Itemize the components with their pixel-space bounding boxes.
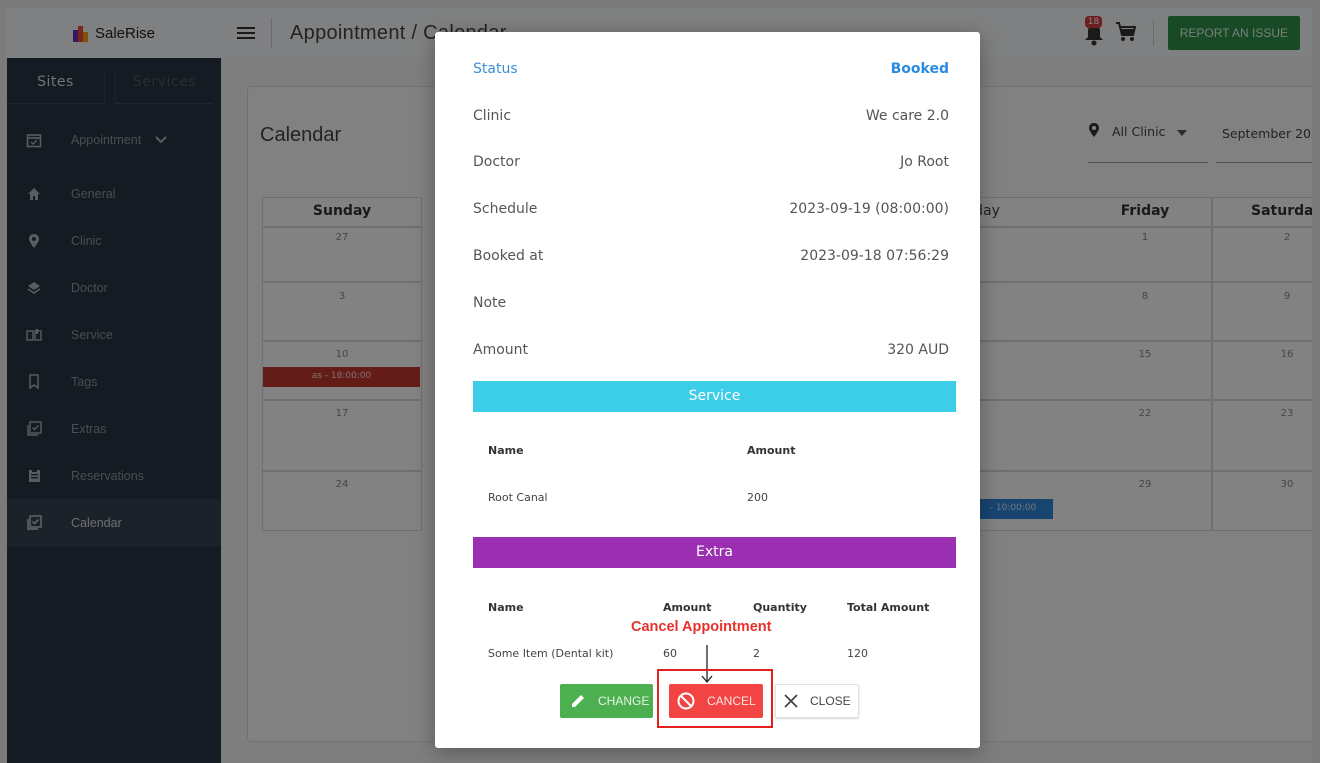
cancel-highlight-box (657, 669, 773, 728)
detail-value: Jo Root (900, 154, 949, 170)
detail-row-note: Note (473, 295, 949, 311)
detail-value: 320 AUD (887, 342, 949, 358)
status-label: Status (473, 61, 518, 77)
status-row: Status Booked (473, 61, 949, 77)
detail-row-amount: Amount 320 AUD (473, 342, 949, 358)
app-frame: SaleRise Sites Services Appointment Gene… (7, 8, 1312, 763)
detail-label: Doctor (473, 154, 520, 170)
detail-row-clinic: Clinic We care 2.0 (473, 108, 949, 124)
close-icon (784, 694, 798, 708)
extra-section-header: Extra (473, 537, 956, 568)
detail-label: Schedule (473, 201, 538, 217)
detail-label: Booked at (473, 248, 544, 264)
status-badge: Booked (890, 61, 949, 77)
service-row-amount: 200 (747, 491, 768, 504)
service-section-header: Service (473, 381, 956, 412)
detail-value: We care 2.0 (865, 108, 949, 124)
service-row-name: Root Canal (488, 491, 548, 504)
extra-header-total: Total Amount (847, 601, 930, 614)
cancel-annotation-label: Cancel Appointment (631, 619, 772, 635)
close-button-label: CLOSE (810, 694, 851, 708)
pencil-icon (570, 693, 586, 709)
change-button-label: CHANGE (598, 694, 650, 708)
extra-row-total: 120 (847, 647, 868, 660)
detail-row-doctor: Doctor Jo Root (473, 154, 949, 170)
extra-row-amount: 60 (663, 647, 677, 660)
extra-header-name: Name (488, 601, 524, 614)
detail-value: 2023-09-19 (08:00:00) (789, 201, 949, 217)
change-button[interactable]: CHANGE (560, 684, 653, 718)
extra-row-quantity: 2 (753, 647, 760, 660)
detail-label: Clinic (473, 108, 512, 124)
appointment-details-modal: Status Booked Clinic We care 2.0 Doctor … (435, 32, 980, 748)
detail-row-booked-at: Booked at 2023-09-18 07:56:29 (473, 248, 949, 264)
detail-label: Note (473, 295, 507, 311)
detail-value: 2023-09-18 07:56:29 (800, 248, 949, 264)
detail-row-schedule: Schedule 2023-09-19 (08:00:00) (473, 201, 949, 217)
extra-header-quantity: Quantity (753, 601, 807, 614)
service-header-name: Name (488, 444, 524, 457)
extra-row-name: Some Item (Dental kit) (488, 647, 614, 660)
service-header-amount: Amount (747, 444, 796, 457)
detail-label: Amount (473, 342, 529, 358)
extra-header-amount: Amount (663, 601, 712, 614)
close-button[interactable]: CLOSE (775, 684, 859, 718)
